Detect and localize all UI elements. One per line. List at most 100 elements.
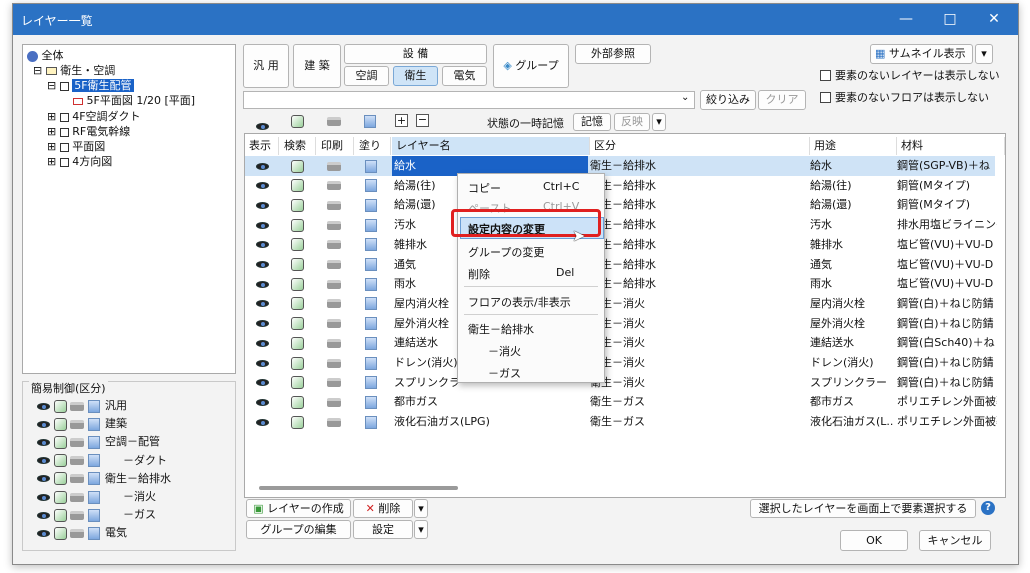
fill-icon[interactable]	[87, 399, 100, 413]
row-visibility-cell[interactable]	[256, 156, 286, 176]
visibility-icon[interactable]	[37, 420, 50, 428]
row-print-cell[interactable]	[327, 255, 357, 275]
row-print-cell[interactable]	[327, 392, 357, 412]
row-visibility-cell[interactable]	[256, 215, 286, 235]
close-button[interactable]: ✕	[972, 4, 1016, 35]
print-icon[interactable]	[70, 492, 84, 502]
select-on-screen-button[interactable]: 選択したレイヤーを画面上で要素選択する	[750, 499, 976, 518]
row-search-cell[interactable]	[291, 274, 321, 294]
print-icon[interactable]	[70, 456, 84, 466]
print-icon[interactable]	[70, 437, 84, 447]
group-button[interactable]: ◈ グループ	[493, 44, 569, 88]
row-fill-cell[interactable]	[365, 294, 395, 314]
group-edit-button[interactable]: グループの編集	[246, 520, 351, 539]
horizontal-scrollbar-thumb[interactable]	[259, 486, 458, 490]
table-row[interactable]: 液化石油ガス(LPG) 衛生－ガス 液化石油ガス(L.. ポリエチレン外面被覆	[245, 412, 997, 432]
menu-floor-toggle[interactable]: フロアの表示/非表示	[468, 294, 571, 310]
tree-node-4dir[interactable]: ⊞ 4方向図	[47, 154, 112, 169]
ok-button[interactable]: OK	[840, 530, 908, 551]
equipment-button[interactable]: 設 備	[344, 44, 487, 64]
table-row[interactable]: 汚水 衛生－給排水 汚水 排水用塩ビライニング	[245, 215, 997, 235]
row-search-cell[interactable]	[291, 314, 321, 334]
row-print-cell[interactable]	[327, 274, 357, 294]
visibility-icon[interactable]	[37, 402, 50, 410]
layer-table[interactable]: 表示 検索 印刷 塗り レイヤー名 区分 用途 材料 給水 衛生－給排水 給水 鋼管(SGP-VB)…	[244, 133, 1006, 498]
simple-control-row[interactable]: 衛生－給排水	[37, 470, 171, 487]
simple-control-row[interactable]: 電気	[37, 524, 127, 541]
simple-control-row[interactable]: 汎用	[37, 397, 127, 414]
column-header[interactable]: レイヤー名	[392, 137, 590, 155]
electric-button[interactable]: 電気	[442, 66, 487, 86]
fill-icon[interactable]	[87, 472, 100, 486]
row-visibility-cell[interactable]	[256, 314, 286, 334]
row-fill-cell[interactable]	[365, 412, 395, 432]
row-print-cell[interactable]	[327, 314, 357, 334]
simple-control-row[interactable]: 建築	[37, 415, 127, 432]
print-icon[interactable]	[70, 401, 84, 411]
row-print-cell[interactable]	[327, 412, 357, 432]
hvac-button[interactable]: 空調	[344, 66, 389, 86]
table-row[interactable]: 連結送水 衛生－消火 連結送水 鋼管(白Sch40)＋ね	[245, 333, 995, 353]
row-visibility-cell[interactable]	[256, 353, 286, 373]
search-toggle-icon[interactable]	[291, 115, 304, 128]
row-fill-cell[interactable]	[365, 176, 395, 196]
thumbnail-button[interactable]: ▦ サムネイル表示	[870, 44, 973, 64]
apply-dropdown-button[interactable]: ▾	[652, 113, 666, 131]
row-search-cell[interactable]	[291, 156, 321, 176]
fill-icon[interactable]	[87, 526, 100, 540]
tree-node-5f-plan[interactable]: 5F平面図 1/20 [平面]	[73, 93, 195, 108]
row-visibility-cell[interactable]	[256, 412, 286, 432]
print-icon[interactable]	[70, 528, 84, 538]
row-search-cell[interactable]	[291, 215, 321, 235]
search-icon[interactable]	[53, 454, 67, 468]
table-row[interactable]: 通気 衛生－給排水 通気 塩ビ管(VU)＋VU-D	[245, 255, 995, 275]
row-visibility-cell[interactable]	[256, 195, 286, 215]
tree-node-eisei-kucho[interactable]: ⊟ 衛生・空調	[33, 63, 115, 78]
search-icon[interactable]	[53, 435, 67, 449]
search-icon[interactable]	[53, 417, 67, 431]
simple-control-row[interactable]: －ガス	[37, 506, 156, 523]
row-fill-cell[interactable]	[365, 255, 395, 275]
row-visibility-cell[interactable]	[256, 235, 286, 255]
row-search-cell[interactable]	[291, 353, 321, 373]
arch-button[interactable]: 建 築	[293, 44, 341, 88]
row-visibility-cell[interactable]	[256, 176, 286, 196]
fill-icon[interactable]	[87, 508, 100, 522]
show-all-eye-icon[interactable]	[256, 122, 269, 130]
row-fill-cell[interactable]	[365, 314, 395, 334]
visibility-icon[interactable]	[37, 529, 50, 537]
row-visibility-cell[interactable]	[256, 255, 286, 275]
row-search-cell[interactable]	[291, 255, 321, 275]
row-print-cell[interactable]	[327, 353, 357, 373]
column-header[interactable]: 検索	[280, 137, 316, 155]
row-fill-cell[interactable]	[365, 274, 395, 294]
menu-gas[interactable]: －ガス	[488, 365, 521, 381]
row-fill-cell[interactable]	[365, 353, 395, 373]
visibility-icon[interactable]	[37, 493, 50, 501]
simple-control-row[interactable]: －消火	[37, 488, 156, 505]
row-visibility-cell[interactable]	[256, 392, 286, 412]
tree-node-5f[interactable]: ⊟ 5F衛生配管	[47, 78, 134, 93]
create-layer-button[interactable]: ▣ レイヤーの作成	[246, 499, 351, 518]
menu-copy[interactable]: コピー	[468, 180, 501, 196]
row-search-cell[interactable]	[291, 176, 321, 196]
floor-tree[interactable]: 全体 ⊟ 衛生・空調 ⊟ 5F衛生配管 5F平面図 1/20 [平面] ⊞ 4F…	[22, 44, 236, 374]
row-print-cell[interactable]	[327, 195, 357, 215]
filter-dropdown-icon[interactable]: ⌄	[681, 92, 689, 103]
row-print-cell[interactable]	[327, 156, 357, 176]
row-fill-cell[interactable]	[365, 156, 395, 176]
menu-group-change[interactable]: グループの変更	[468, 244, 544, 260]
search-icon[interactable]	[53, 508, 67, 522]
print-icon[interactable]	[70, 474, 84, 484]
table-row[interactable]: 屋外消火栓 衛生－消火 屋外消火栓 鋼管(白)＋ねじ防錆	[245, 314, 995, 334]
help-icon[interactable]: ?	[981, 501, 995, 515]
filter-input[interactable]	[243, 91, 695, 109]
menu-delete[interactable]: 削除	[468, 266, 490, 282]
row-search-cell[interactable]	[291, 392, 321, 412]
search-icon[interactable]	[53, 399, 67, 413]
visibility-icon[interactable]	[37, 475, 50, 483]
column-header[interactable]: 印刷	[317, 137, 354, 155]
row-visibility-cell[interactable]	[256, 294, 286, 314]
simple-control-row[interactable]: 空調－配管	[37, 433, 160, 450]
visibility-icon[interactable]	[37, 457, 50, 465]
